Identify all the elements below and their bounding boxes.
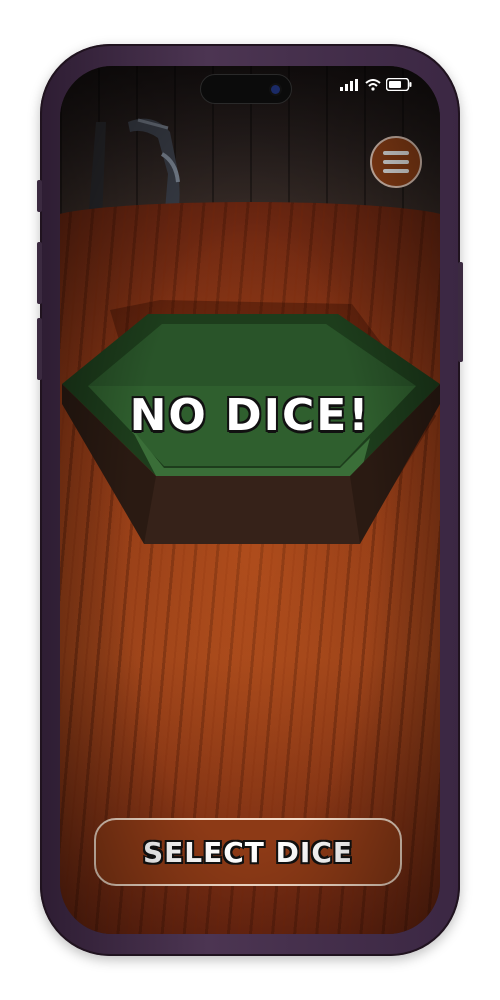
- signal-icon: [340, 78, 358, 91]
- hamburger-menu-icon-bar: [383, 169, 409, 173]
- menu-button[interactable]: [370, 136, 422, 188]
- side-button-silent: [37, 180, 42, 212]
- side-button-volume-down: [37, 318, 42, 380]
- hamburger-menu-icon-bar: [383, 160, 409, 164]
- no-dice-message: NO DICE!: [129, 390, 371, 441]
- front-camera-icon: [271, 85, 280, 94]
- side-button-power: [458, 262, 463, 362]
- wifi-icon: [365, 78, 381, 91]
- game-screen: NO DICE! SELECT DICE: [60, 66, 440, 934]
- status-bar: [340, 78, 412, 91]
- dice-tray: [62, 300, 440, 544]
- battery-icon: [386, 78, 412, 91]
- hamburger-menu-icon: [383, 151, 409, 155]
- dynamic-island: [200, 74, 292, 104]
- select-dice-button[interactable]: SELECT DICE: [94, 818, 402, 886]
- side-button-volume-up: [37, 242, 42, 304]
